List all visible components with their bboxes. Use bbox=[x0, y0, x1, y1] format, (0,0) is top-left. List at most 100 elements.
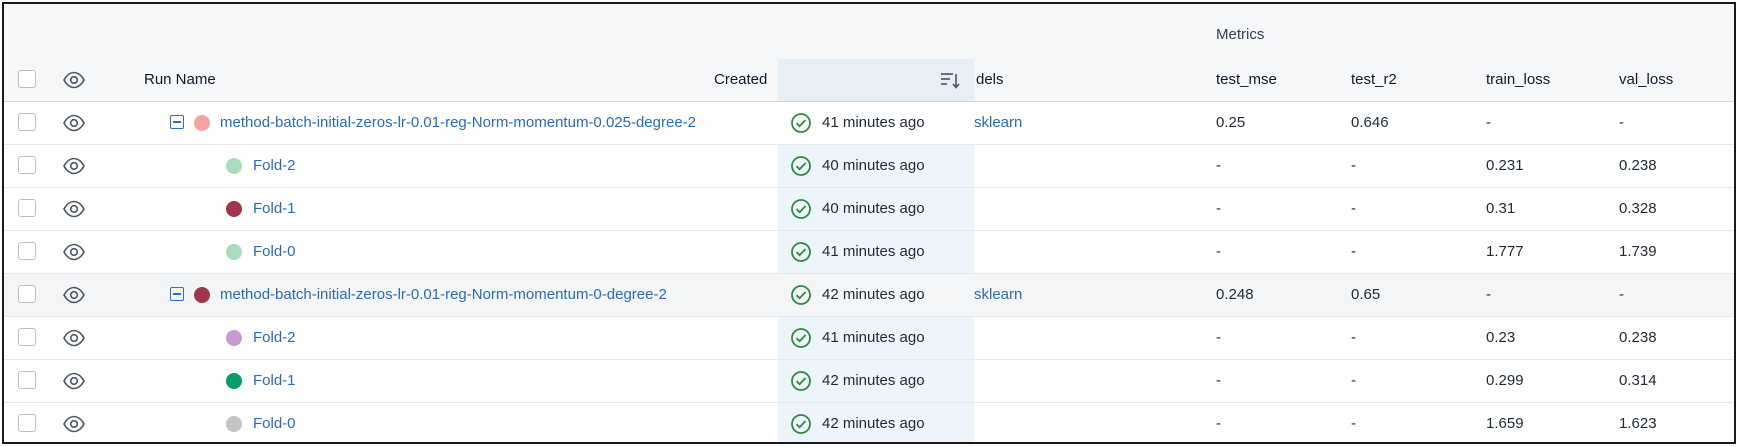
run-color-dot bbox=[226, 244, 242, 260]
test-r2-value: - bbox=[1351, 372, 1356, 389]
created-time: 42 minutes ago bbox=[822, 372, 925, 389]
table-row[interactable]: Fold-2 41 minutes ago - - 0.23 0.238 bbox=[4, 317, 1734, 360]
run-color-dot bbox=[226, 158, 242, 174]
table-row[interactable]: method-batch-initial-zeros-lr-0.01-reg-N… bbox=[4, 102, 1734, 145]
test-mse-value: - bbox=[1216, 415, 1221, 432]
val-loss-value: 1.623 bbox=[1619, 415, 1657, 432]
train-loss-value: - bbox=[1486, 286, 1491, 303]
test-r2-value: - bbox=[1351, 157, 1356, 174]
check-circle-icon bbox=[791, 328, 811, 348]
table-row[interactable]: Fold-1 42 minutes ago - - 0.299 0.314 bbox=[4, 360, 1734, 403]
created-time: 42 minutes ago bbox=[822, 286, 925, 303]
check-circle-icon bbox=[791, 199, 811, 219]
run-color-dot bbox=[226, 201, 242, 217]
test-r2-value: - bbox=[1351, 329, 1356, 346]
table-row[interactable]: Fold-0 42 minutes ago - - 1.659 1.623 bbox=[4, 403, 1734, 442]
check-circle-icon bbox=[791, 156, 811, 176]
check-circle-icon bbox=[791, 285, 811, 305]
run-name-link[interactable]: method-batch-initial-zeros-lr-0.01-reg-N… bbox=[220, 274, 667, 316]
table-row[interactable]: method-batch-initial-zeros-lr-0.01-reg-N… bbox=[4, 274, 1734, 317]
created-time: 41 minutes ago bbox=[822, 329, 925, 346]
check-circle-icon bbox=[791, 414, 811, 434]
eye-icon[interactable] bbox=[62, 372, 86, 390]
sort-descending-icon[interactable] bbox=[939, 68, 961, 92]
run-color-dot bbox=[194, 115, 210, 131]
check-circle-icon bbox=[791, 113, 811, 133]
test-mse-value: - bbox=[1216, 200, 1221, 217]
run-name-link[interactable]: Fold-2 bbox=[253, 145, 296, 187]
train-loss-value: 1.777 bbox=[1486, 243, 1524, 260]
column-header-run-name[interactable]: Run Name bbox=[144, 59, 216, 101]
val-loss-value: - bbox=[1619, 114, 1624, 131]
train-loss-value: - bbox=[1486, 114, 1491, 131]
val-loss-value: 1.739 bbox=[1619, 243, 1657, 260]
row-checkbox[interactable] bbox=[18, 242, 36, 260]
eye-icon[interactable] bbox=[62, 243, 86, 261]
run-name-link[interactable]: Fold-2 bbox=[253, 317, 296, 359]
created-time: 41 minutes ago bbox=[822, 114, 925, 131]
row-checkbox[interactable] bbox=[18, 285, 36, 303]
row-checkbox[interactable] bbox=[18, 414, 36, 432]
row-checkbox[interactable] bbox=[18, 371, 36, 389]
table-row[interactable]: Fold-2 40 minutes ago - - 0.231 0.238 bbox=[4, 145, 1734, 188]
column-header-created[interactable]: Created bbox=[714, 59, 767, 101]
check-circle-icon bbox=[791, 242, 811, 262]
val-loss-value: 0.314 bbox=[1619, 372, 1657, 389]
run-name-link[interactable]: Fold-0 bbox=[253, 231, 296, 273]
row-checkbox[interactable] bbox=[18, 199, 36, 217]
row-checkbox[interactable] bbox=[18, 328, 36, 346]
run-name-link[interactable]: Fold-1 bbox=[253, 360, 296, 402]
eye-icon[interactable] bbox=[62, 157, 86, 175]
test-r2-value: 0.65 bbox=[1351, 286, 1381, 303]
train-loss-value: 0.231 bbox=[1486, 157, 1524, 174]
created-time: 40 minutes ago bbox=[822, 157, 925, 174]
run-name-link[interactable]: Fold-0 bbox=[253, 403, 296, 442]
test-r2-value: - bbox=[1351, 415, 1356, 432]
column-header-val-loss[interactable]: val_loss bbox=[1619, 59, 1673, 101]
row-checkbox[interactable] bbox=[18, 113, 36, 131]
column-group-row: Metrics bbox=[4, 4, 1734, 60]
test-mse-value: - bbox=[1216, 243, 1221, 260]
run-name-link[interactable]: method-batch-initial-zeros-lr-0.01-reg-N… bbox=[220, 102, 696, 144]
test-r2-value: 0.646 bbox=[1351, 114, 1389, 131]
eye-icon[interactable] bbox=[62, 71, 86, 89]
created-time: 40 minutes ago bbox=[822, 200, 925, 217]
eye-icon[interactable] bbox=[62, 200, 86, 218]
check-circle-icon bbox=[791, 371, 811, 391]
run-color-dot bbox=[194, 287, 210, 303]
eye-icon[interactable] bbox=[62, 114, 86, 132]
eye-icon[interactable] bbox=[62, 329, 86, 347]
val-loss-value: 0.238 bbox=[1619, 157, 1657, 174]
model-link[interactable]: sklearn bbox=[974, 274, 1022, 316]
eye-icon[interactable] bbox=[62, 286, 86, 304]
column-header-test-r2[interactable]: test_r2 bbox=[1351, 59, 1397, 101]
val-loss-value: - bbox=[1619, 286, 1624, 303]
test-mse-value: - bbox=[1216, 329, 1221, 346]
select-all-checkbox[interactable] bbox=[18, 70, 36, 88]
test-mse-value: 0.25 bbox=[1216, 114, 1246, 131]
val-loss-value: 0.238 bbox=[1619, 329, 1657, 346]
run-color-dot bbox=[226, 373, 242, 389]
eye-icon[interactable] bbox=[62, 415, 86, 433]
row-checkbox[interactable] bbox=[18, 156, 36, 174]
created-time: 42 minutes ago bbox=[822, 415, 925, 432]
column-header-models[interactable]: dels bbox=[976, 59, 1004, 101]
test-mse-value: 0.248 bbox=[1216, 286, 1254, 303]
column-header-train-loss[interactable]: train_loss bbox=[1486, 59, 1550, 101]
test-mse-value: - bbox=[1216, 372, 1221, 389]
table-row[interactable]: Fold-1 40 minutes ago - - 0.31 0.328 bbox=[4, 188, 1734, 231]
model-link[interactable]: sklearn bbox=[974, 102, 1022, 144]
table-header-row: Run Name Created dels test_mse test_r2 t… bbox=[4, 59, 1734, 102]
metrics-group-label: Metrics bbox=[1216, 26, 1265, 43]
train-loss-value: 0.31 bbox=[1486, 200, 1516, 217]
column-header-test-mse[interactable]: test_mse bbox=[1216, 59, 1277, 101]
test-r2-value: - bbox=[1351, 243, 1356, 260]
val-loss-value: 0.328 bbox=[1619, 200, 1657, 217]
run-name-link[interactable]: Fold-1 bbox=[253, 188, 296, 230]
collapse-toggle-icon[interactable] bbox=[170, 115, 184, 129]
train-loss-value: 0.299 bbox=[1486, 372, 1524, 389]
table-row[interactable]: Fold-0 41 minutes ago - - 1.777 1.739 bbox=[4, 231, 1734, 274]
test-mse-value: - bbox=[1216, 157, 1221, 174]
collapse-toggle-icon[interactable] bbox=[170, 287, 184, 301]
created-time: 41 minutes ago bbox=[822, 243, 925, 260]
